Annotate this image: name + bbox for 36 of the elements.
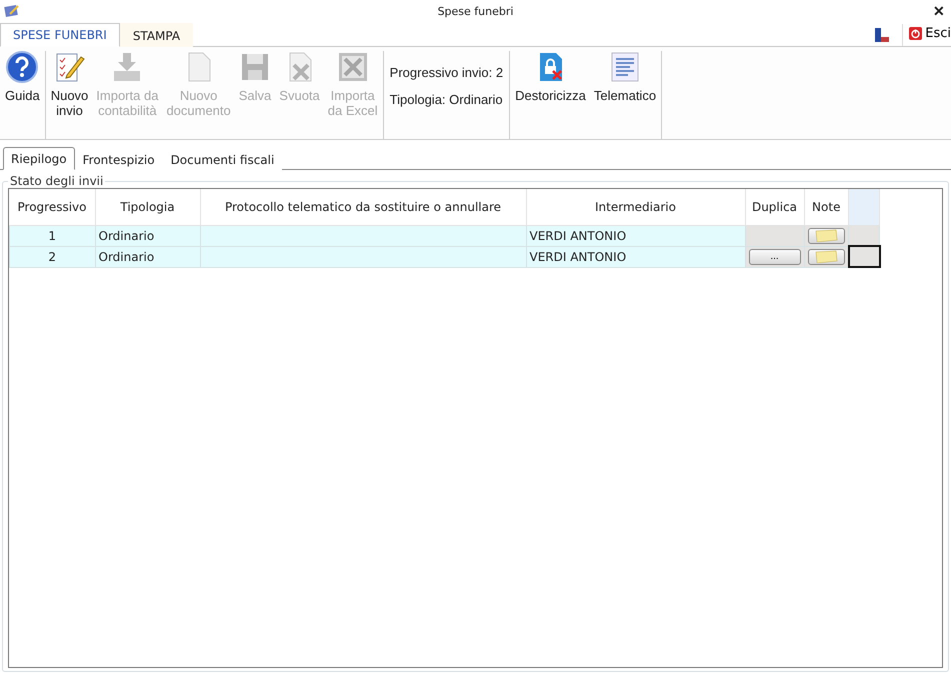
toolbar-button[interactable]: Telematico (590, 51, 660, 139)
column-header[interactable]: Tipologia (95, 189, 200, 226)
column-header[interactable]: Protocollo telematico da sostituire o annullare (200, 189, 526, 226)
ribbon-tab[interactable]: STAMPA (120, 23, 194, 47)
toolbar-button[interactable]: Guida (1, 51, 44, 139)
column-header[interactable]: Duplica (745, 189, 804, 226)
table-cell[interactable] (848, 246, 880, 267)
group-title: Stato degli invii (9, 174, 104, 188)
column-header[interactable]: Progressivo (10, 189, 95, 226)
exit-button[interactable]: Esci (902, 24, 951, 46)
tab[interactable]: Riepilogo (3, 147, 75, 170)
table-cell: VERDI ANTONIO (526, 246, 745, 267)
duplicate-button[interactable]: ... (748, 248, 800, 264)
table-cell: VERDI ANTONIO (526, 226, 745, 246)
close-button[interactable]: ✕ (931, 3, 947, 19)
power-icon (909, 27, 922, 40)
ribbon-tab[interactable]: SPESE FUNEBRI (0, 23, 120, 47)
table-cell: 1 (10, 226, 95, 246)
window-title: Spese funebri (438, 4, 514, 18)
toolbar-button[interactable]: Nuovo invio (46, 51, 92, 139)
spreadsheet-icon (336, 51, 369, 83)
text-document-icon (608, 51, 641, 83)
info-text: Tipologia: Ordinario (390, 92, 504, 107)
help-icon (6, 51, 38, 83)
table-cell: 2 (10, 246, 95, 267)
info-text: Progressivo invio: 2 (390, 65, 504, 80)
toolbar-button[interactable]: Destoricizza (511, 51, 590, 139)
app-icon (4, 4, 20, 18)
column-header[interactable]: Note (804, 189, 848, 226)
column-header[interactable]: Intermediario (526, 189, 745, 226)
column-header (848, 189, 880, 226)
table-cell: Ordinario (95, 246, 200, 267)
sticky-note-icon (814, 229, 838, 242)
flag-icon[interactable] (874, 27, 890, 43)
sticky-note-icon (814, 250, 838, 263)
table-cell: Ordinario (95, 226, 200, 246)
